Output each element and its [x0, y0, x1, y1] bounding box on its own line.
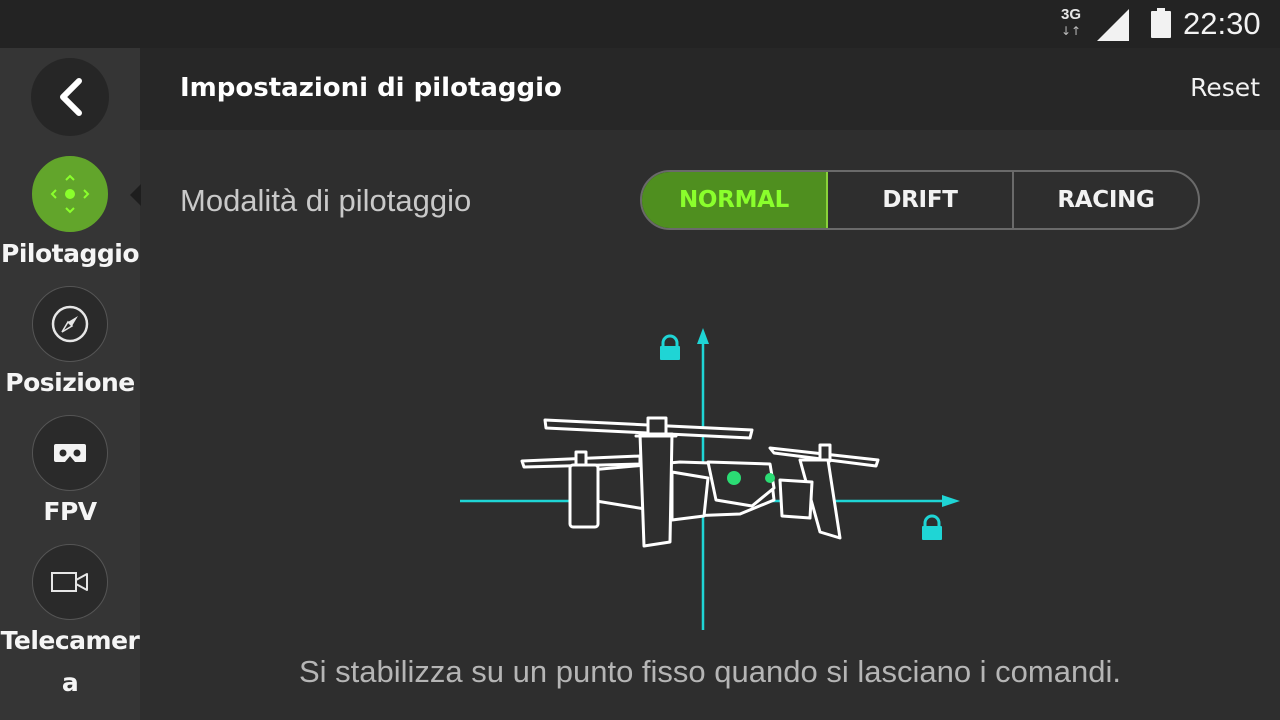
sidebar-item-camera[interactable]: Telecamer a: [0, 544, 140, 704]
status-bar: 3G ↓↑ 22:30: [0, 0, 1280, 48]
mode-option-racing[interactable]: RACING: [1012, 172, 1198, 228]
reset-button[interactable]: Reset: [1190, 68, 1260, 108]
piloting-dpad-icon: [50, 174, 90, 214]
arrow-up-icon: [697, 328, 709, 344]
sidebar-item-fpv[interactable]: FPV: [0, 415, 140, 533]
signal-strength-icon: [1097, 9, 1129, 41]
vr-headset-icon: [54, 444, 86, 462]
drone-stabilization-illustration: [460, 328, 960, 630]
battery-icon: [1151, 8, 1171, 38]
compass-icon: [51, 305, 89, 343]
clock: 22:30: [1183, 6, 1261, 41]
active-item-pointer: [130, 184, 141, 206]
lock-icon: [660, 334, 680, 360]
sidebar-item-label: Telecamer a: [0, 626, 140, 697]
nav-circle: [32, 156, 108, 232]
video-camera-icon: [51, 572, 88, 592]
drone-led: [727, 471, 741, 485]
drone-led: [765, 473, 775, 483]
sidebar-item-position[interactable]: Posizione: [0, 286, 140, 404]
mode-option-drift[interactable]: DRIFT: [828, 172, 1012, 228]
sidebar-item-label: Posizione: [5, 368, 135, 397]
arrow-right-icon: [942, 495, 960, 507]
piloting-mode-selector: NORMAL DRIFT RACING: [640, 170, 1200, 230]
nav-circle: [32, 286, 108, 362]
drone-icon: [520, 416, 880, 548]
sidebar-item-piloting[interactable]: Pilotaggio: [0, 156, 140, 274]
mode-option-normal[interactable]: NORMAL: [642, 172, 828, 228]
lock-icon: [922, 514, 942, 540]
back-button[interactable]: [31, 58, 109, 136]
page-header: Impostazioni di pilotaggio Reset: [140, 48, 1280, 130]
data-activity-icon: ↓↑: [1060, 24, 1082, 38]
network-type: 3G: [1060, 6, 1081, 23]
mode-description: Si stabilizza su un punto fisso quando s…: [299, 654, 1121, 689]
piloting-mode-label: Modalità di pilotaggio: [180, 183, 472, 218]
nav-circle: [32, 415, 108, 491]
chevron-left-icon: [60, 78, 82, 116]
nav-circle: [32, 544, 108, 620]
sidebar-item-label: FPV: [43, 497, 97, 526]
sidebar-item-label: Pilotaggio: [1, 239, 140, 268]
page-title: Impostazioni di pilotaggio: [180, 73, 562, 103]
